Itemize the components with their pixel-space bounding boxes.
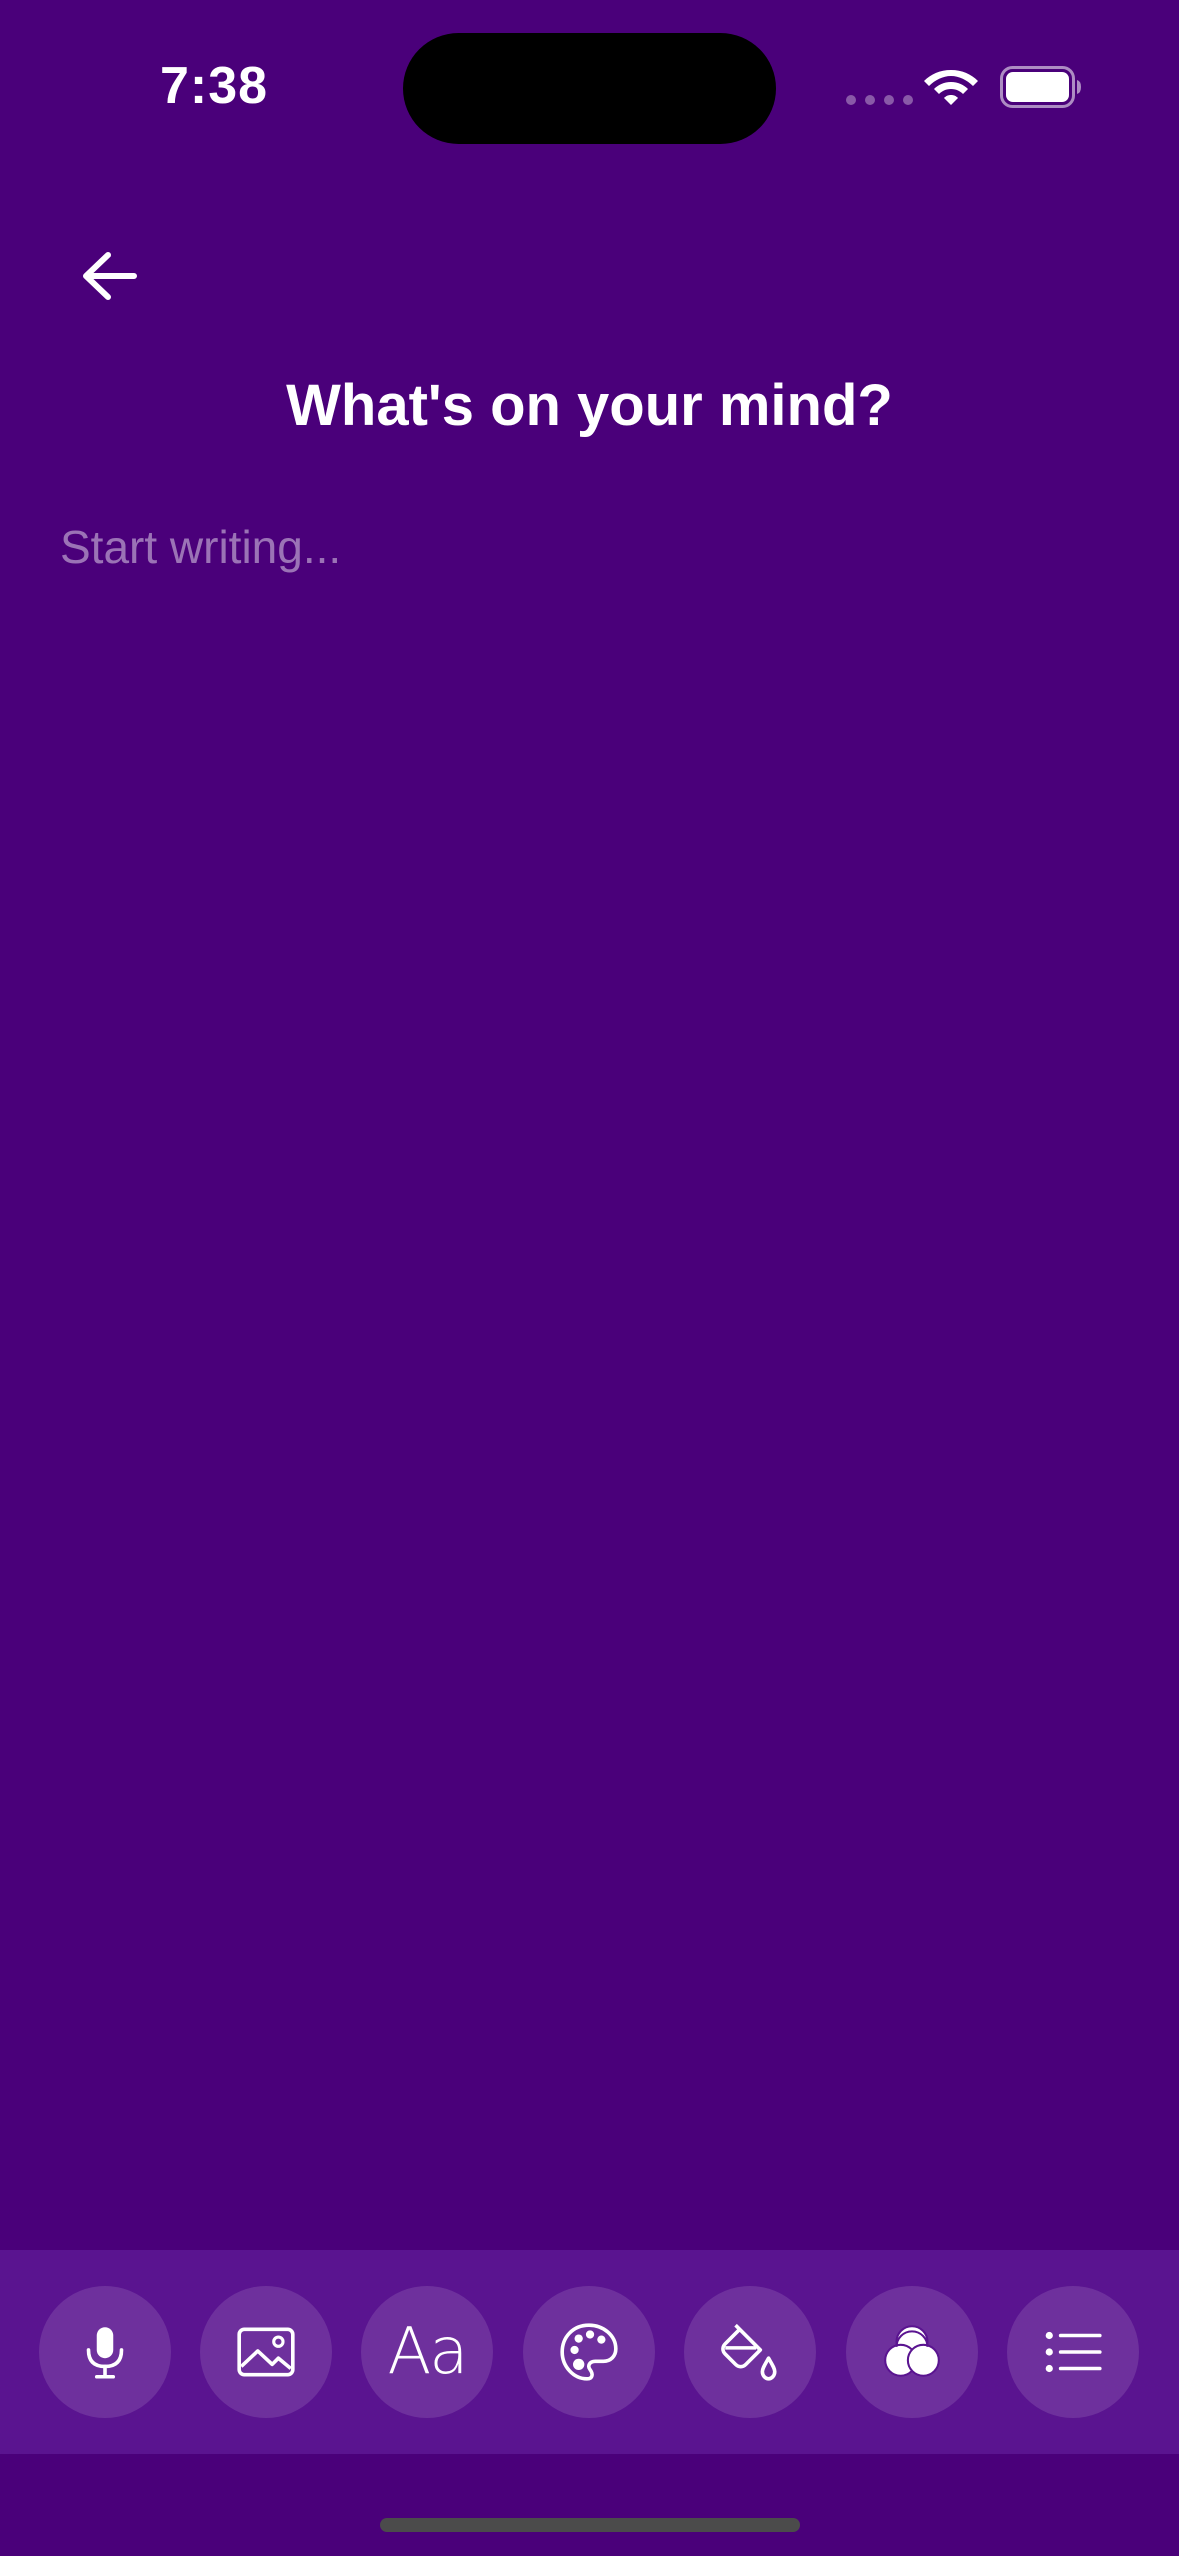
color-filter-icon bbox=[884, 2325, 940, 2377]
list-icon bbox=[1045, 2331, 1102, 2373]
dynamic-island bbox=[403, 33, 776, 144]
list-button[interactable] bbox=[1007, 2286, 1139, 2418]
status-time: 7:38 bbox=[160, 57, 269, 115]
microphone-icon bbox=[86, 2327, 124, 2379]
color-filter-button[interactable] bbox=[846, 2286, 978, 2418]
image-icon bbox=[237, 2327, 295, 2377]
arrow-left-icon bbox=[83, 252, 137, 300]
palette-button[interactable] bbox=[523, 2286, 655, 2418]
fill-button[interactable] bbox=[684, 2286, 816, 2418]
cellular-signal-icon bbox=[846, 95, 913, 105]
status-bar: 7:38 bbox=[0, 0, 1179, 150]
microphone-button[interactable] bbox=[39, 2286, 171, 2418]
back-button[interactable] bbox=[70, 236, 150, 316]
paint-bucket-icon bbox=[721, 2323, 777, 2381]
battery-icon bbox=[1000, 66, 1081, 108]
journal-text-input[interactable] bbox=[60, 520, 1119, 2220]
home-indicator[interactable] bbox=[380, 2518, 800, 2532]
image-button[interactable] bbox=[200, 2286, 332, 2418]
formatting-toolbar: Aa bbox=[0, 2250, 1179, 2454]
font-icon: Aa bbox=[387, 2315, 469, 2389]
wifi-icon bbox=[924, 70, 978, 105]
font-button[interactable]: Aa bbox=[361, 2286, 493, 2418]
page-title: What's on your mind? bbox=[286, 373, 893, 438]
palette-icon bbox=[560, 2323, 618, 2381]
